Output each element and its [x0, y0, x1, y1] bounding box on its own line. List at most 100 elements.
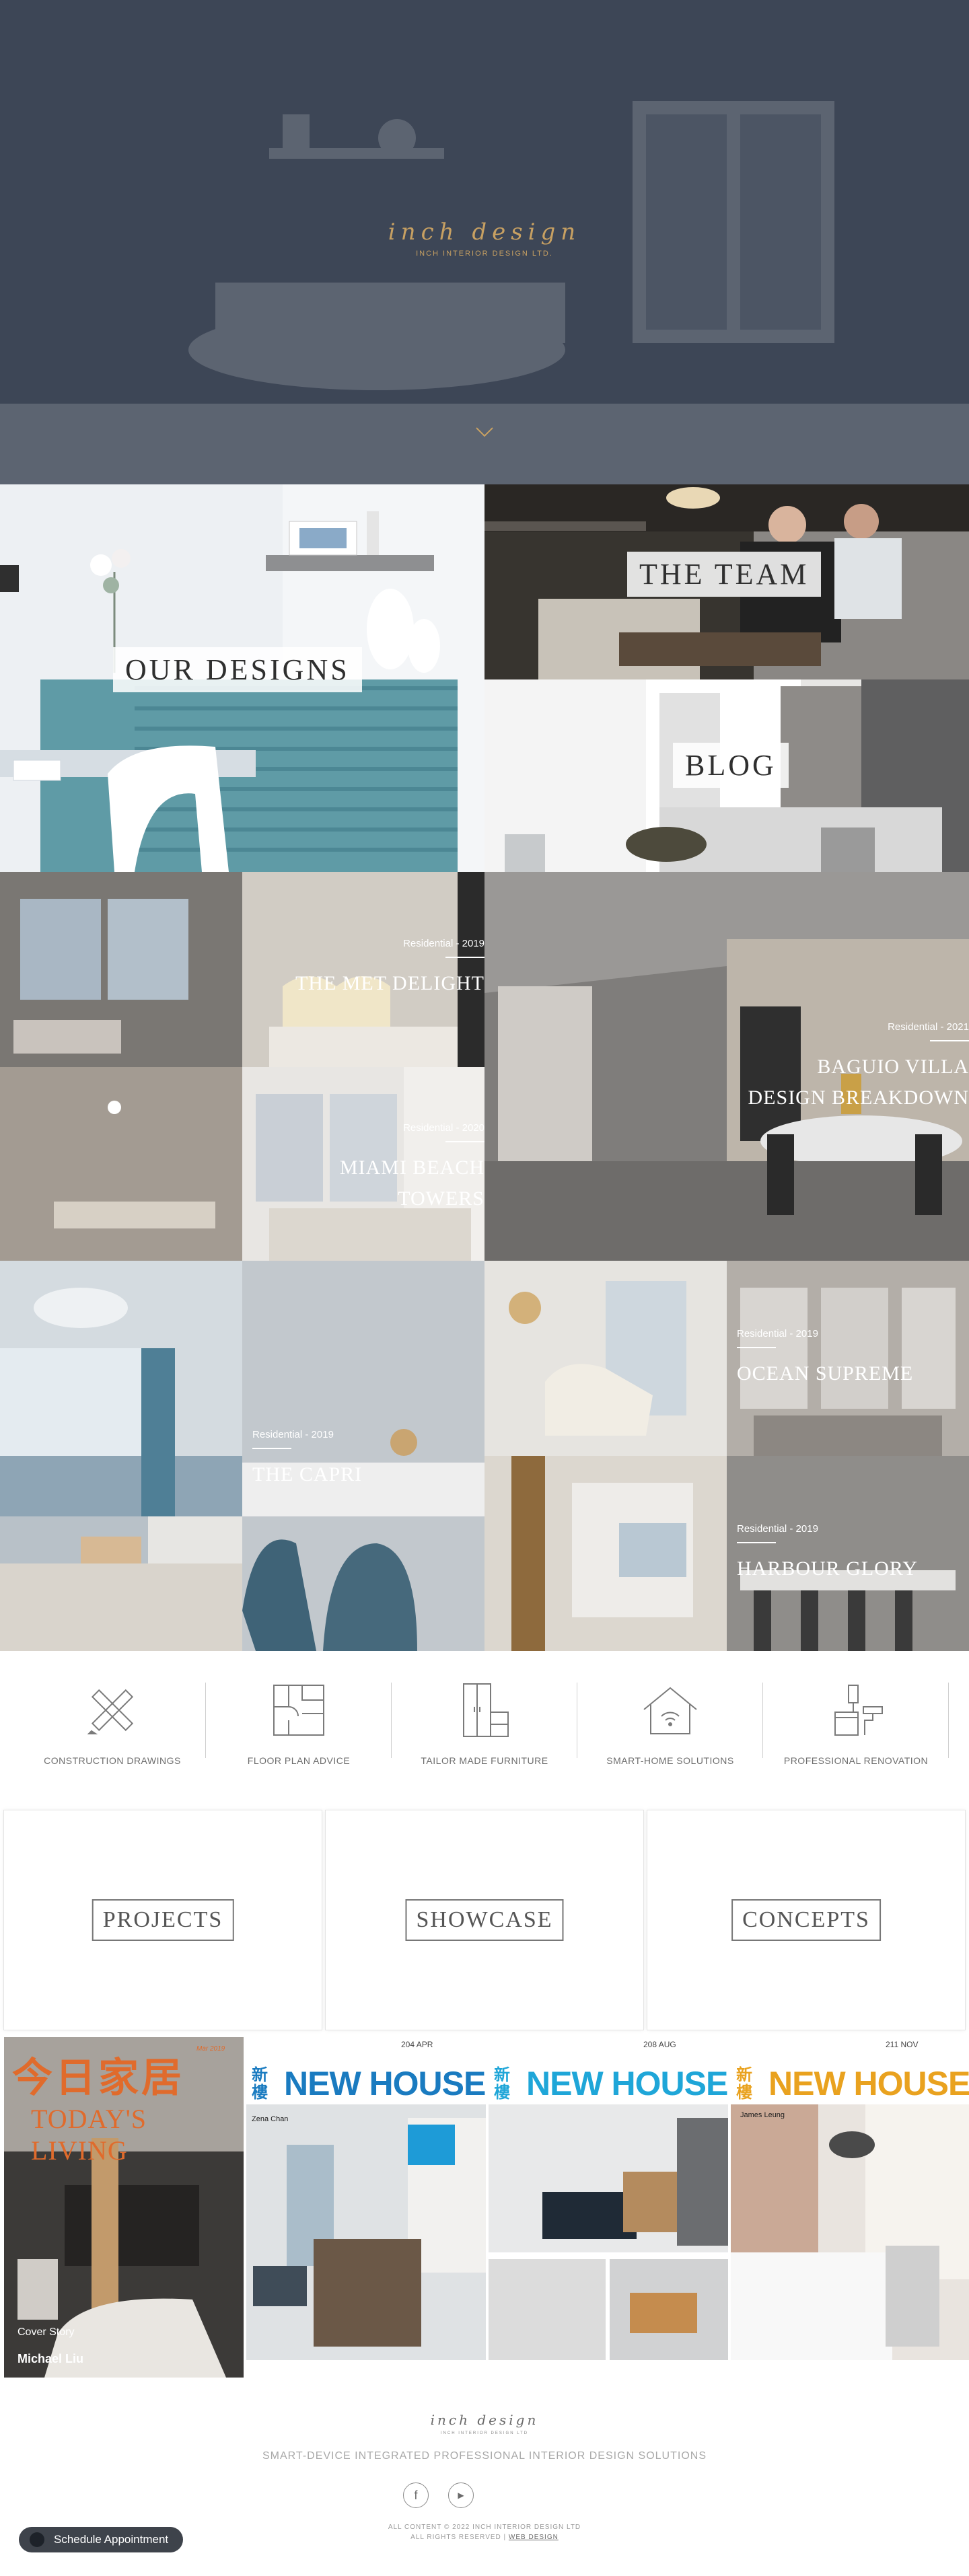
youtube-glyph: ▶: [458, 2491, 464, 2500]
project-title: THE MET DELIGHT: [295, 972, 485, 994]
chevron-down-icon[interactable]: [472, 424, 497, 440]
magazine-cover-new-house-211[interactable]: 211 NOV NEW HOUSE 新樓 James Leung: [731, 2037, 969, 2378]
magazine-masthead: NEW HOUSE: [526, 2065, 728, 2102]
project-title-line2: DESIGN BREAKDOWN: [748, 1087, 969, 1109]
facebook-icon[interactable]: f: [403, 2482, 429, 2508]
service-construction-drawings: CONSTRUCTION DRAWINGS: [20, 1680, 205, 1769]
magazine-name: Michael Liu: [17, 2352, 84, 2365]
project-title: OCEAN SUPREME: [737, 1362, 914, 1385]
project-tile-ocean-supreme[interactable]: Residential - 2019 OCEAN SUPREME: [485, 1261, 969, 1456]
project-caption: Residential - 2021 BAGUIO VILLA DESIGN B…: [736, 1021, 969, 1113]
project-tile-baguio-villa[interactable]: Residential - 2021 BAGUIO VILLA DESIGN B…: [485, 872, 969, 1261]
page: inch design INCH INTERIOR DESIGN LTD. OU…: [0, 0, 969, 2576]
footer: inch design INCH INTERIOR DESIGN LTD SMA…: [0, 2382, 969, 2576]
projects-button[interactable]: PROJECTS: [92, 1899, 234, 1941]
magazine-name: James Leung: [740, 2111, 785, 2119]
hero-banner: inch design INCH INTERIOR DESIGN LTD.: [0, 0, 969, 484]
hero-logo[interactable]: inch design INCH INTERIOR DESIGN LTD.: [377, 219, 592, 258]
project-title: THE CAPRI: [252, 1463, 363, 1485]
project-tile-harbour-glory[interactable]: Residential - 2019 HARBOUR GLORY: [485, 1456, 969, 1651]
project-meta: Residential - 2021: [888, 1021, 969, 1033]
floor-plan-icon: [273, 1685, 324, 1736]
our-designs-label: OUR DESIGNS: [113, 647, 362, 692]
category-projects[interactable]: PROJECTS: [3, 1810, 322, 2030]
facebook-glyph: f: [414, 2488, 418, 2502]
the-team-tile[interactable]: THE TEAM: [485, 484, 969, 679]
project-meta: Residential - 2020: [403, 1122, 485, 1134]
magazine-cover-todays-living[interactable]: 今日家居 Mar 2019 TODAY'S LIVING Cover Story…: [4, 2037, 244, 2378]
magazine-masthead: 今日家居: [12, 2055, 184, 2102]
service-label: TAILOR MADE FURNITURE: [421, 1755, 548, 1766]
project-caption: Residential - 2019 THE CAPRI: [252, 1429, 454, 1490]
project-caption: Residential - 2019 OCEAN SUPREME: [737, 1328, 952, 1389]
issue-month: AUG: [658, 2040, 676, 2049]
magazine-name: Zena Chan: [252, 2115, 289, 2123]
magazine-masthead-cn: 新樓: [494, 2066, 510, 2102]
issue-number: 211: [886, 2040, 899, 2049]
smart-home-icon: [643, 1687, 697, 1734]
project-caption: Residential - 2020 MIAMI BEACH TOWERS: [252, 1122, 485, 1214]
the-team-label: THE TEAM: [627, 552, 822, 597]
service-smart-home-solutions: SMART-HOME SOLUTIONS: [577, 1680, 763, 1769]
web-design-link[interactable]: WEB DESIGN: [509, 2534, 559, 2541]
project-caption: Residential - 2019 THE MET DELIGHT: [252, 938, 485, 999]
project-tile-miami-beach-towers[interactable]: Residential - 2020 MIAMI BEACH TOWERS: [0, 1067, 485, 1261]
project-tile-the-capri[interactable]: Residential - 2019 THE CAPRI: [0, 1261, 485, 1651]
category-concepts[interactable]: CONCEPTS: [647, 1810, 966, 2030]
issue-number: 208: [643, 2040, 657, 2049]
project-meta: Residential - 2019: [737, 1523, 818, 1535]
project-divider: [252, 1448, 291, 1449]
service-tailor-made-furniture: TAILOR MADE FURNITURE: [392, 1680, 577, 1769]
magazine-covers: 今日家居 Mar 2019 TODAY'S LIVING Cover Story…: [0, 2037, 969, 2382]
our-designs-tile[interactable]: OUR DESIGNS: [0, 484, 485, 872]
service-label: SMART-HOME SOLUTIONS: [606, 1755, 734, 1766]
project-title: HARBOUR GLORY: [737, 1557, 918, 1580]
concepts-button[interactable]: CONCEPTS: [731, 1899, 881, 1941]
hero-logo-script: inch design: [388, 219, 581, 246]
project-title: BAGUIO VILLA: [817, 1056, 969, 1078]
magazine-cover-story: Cover Story: [17, 2326, 75, 2338]
service-label: FLOOR PLAN ADVICE: [247, 1755, 351, 1766]
wardrobe-icon: [463, 1683, 509, 1737]
service-professional-renovation: PROFESSIONAL RENOVATION: [763, 1680, 949, 1769]
paint-roller-icon: [834, 1685, 883, 1736]
showcase-button[interactable]: SHOWCASE: [405, 1899, 564, 1941]
blog-label: BLOG: [673, 743, 789, 788]
project-tile-the-met-delight[interactable]: Residential - 2019 THE MET DELIGHT: [0, 872, 485, 1067]
ruler-pencil-icon: [87, 1689, 134, 1734]
project-title-line2: TOWERS: [398, 1187, 485, 1210]
magazine-cover-new-house-208[interactable]: 208 AUG NEW HOUSE 新樓: [489, 2037, 728, 2378]
project-meta: Residential - 2019: [252, 1429, 334, 1440]
issue-month: NOV: [900, 2040, 919, 2049]
project-divider: [930, 1040, 969, 1041]
footer-logo-subtitle: INCH INTERIOR DESIGN LTD: [440, 2431, 529, 2435]
magazine-issue: 208 AUG: [643, 2040, 676, 2049]
magazine-issue: 204 APR: [401, 2040, 433, 2049]
schedule-appointment-button[interactable]: Schedule Appointment: [19, 2527, 183, 2552]
magazine-cover-new-house-204[interactable]: 204 APR NEW HOUSE 新樓 Zena Chan: [246, 2037, 486, 2378]
schedule-appointment-label: Schedule Appointment: [54, 2533, 169, 2546]
service-divider: [948, 1683, 949, 1758]
service-label: CONSTRUCTION DRAWINGS: [44, 1755, 181, 1766]
magazine-date: Mar 2019: [196, 2045, 225, 2053]
magazine-issue: 211 NOV: [886, 2040, 919, 2049]
magazine-masthead: NEW HOUSE: [768, 2065, 969, 2102]
project-divider: [445, 957, 485, 958]
magazine-masthead: NEW HOUSE: [284, 2065, 486, 2102]
magazine-subtitle: TODAY'S LIVING: [31, 2104, 147, 2166]
rights-text: ALL RIGHTS RESERVED |: [410, 2534, 507, 2541]
footer-logo[interactable]: inch design: [417, 2412, 552, 2428]
category-showcase[interactable]: SHOWCASE: [325, 1810, 644, 2030]
magazine-masthead-cn: 新樓: [736, 2066, 752, 2102]
category-boxes: PROJECTS SHOWCASE CONCEPTS: [0, 1810, 969, 2030]
project-divider: [445, 1141, 485, 1142]
hero-logo-subtitle: INCH INTERIOR DESIGN LTD.: [416, 250, 553, 258]
issue-month: APR: [416, 2040, 433, 2049]
footer-tagline: SMART-DEVICE INTEGRATED PROFESSIONAL INT…: [262, 2450, 707, 2462]
youtube-icon[interactable]: ▶: [448, 2482, 474, 2508]
issue-number: 204: [401, 2040, 415, 2049]
magazine-masthead-cn: 新樓: [252, 2066, 268, 2102]
project-meta: Residential - 2019: [737, 1328, 818, 1339]
blog-tile[interactable]: BLOG: [485, 679, 969, 872]
project-title: MIAMI BEACH: [339, 1156, 485, 1179]
